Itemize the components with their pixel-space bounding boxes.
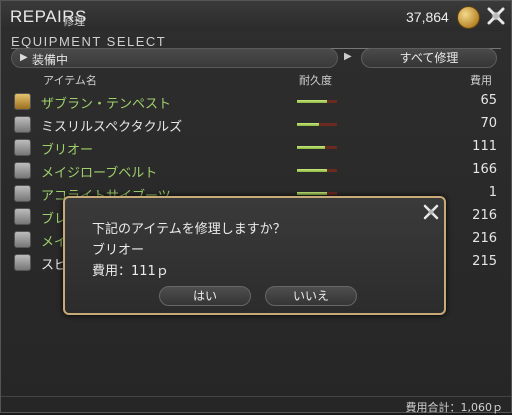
column-header-name: アイテム名 <box>43 74 97 87</box>
durability-bar <box>297 123 337 126</box>
item-cost: 70 <box>480 116 497 131</box>
weapon-icon <box>14 93 31 110</box>
durability-bar <box>297 146 337 149</box>
durability-fill <box>297 146 325 149</box>
table-row[interactable]: ブリオー 111 <box>11 136 501 159</box>
repair-all-button[interactable]: すべて修理 <box>361 48 497 68</box>
equipment-filter-dropdown[interactable]: ▶ 装備中 <box>11 48 338 68</box>
gil-amount: 37,864 <box>406 9 449 25</box>
dialog-close-icon[interactable] <box>423 204 439 220</box>
boots-icon <box>14 185 31 202</box>
dialog-message: 下記のアイテムを修理しますか？ <box>92 222 286 237</box>
durability-bar <box>297 169 337 172</box>
column-header-durability: 耐久度 <box>299 74 332 87</box>
column-header-cost: 費用 <box>470 74 492 87</box>
bracelet-icon <box>14 254 31 271</box>
item-cost: 1 <box>488 185 497 200</box>
dropdown-selected-value: 装備中 <box>32 53 69 67</box>
durability-fill <box>297 169 327 172</box>
gil-coin-icon <box>457 6 480 29</box>
arrow-icon: ▶ <box>344 51 352 62</box>
item-cost: 216 <box>472 231 497 246</box>
repairs-window: REPAIRS 修理 37,864 EQUIPMENT SELECT ▶ 装備中… <box>0 0 512 414</box>
item-cost: 65 <box>480 93 497 108</box>
no-button[interactable]: いいえ <box>265 286 357 306</box>
close-icon[interactable] <box>486 6 506 26</box>
dropdown-arrow-icon: ▶ <box>20 52 28 63</box>
durability-bar <box>297 192 337 195</box>
footer: 費用合計：1,060ｐ <box>1 396 511 414</box>
durability-fill <box>297 100 327 103</box>
table-row[interactable]: メイジローブベルト 166 <box>11 159 501 182</box>
repair-confirm-dialog: 下記のアイテムを修理しますか？ ブリオー 費用：111ｐ はい いいえ <box>63 196 446 315</box>
durability-fill <box>297 123 319 126</box>
item-name: ザブラン・テンペスト <box>41 97 172 112</box>
body-armor-icon <box>14 139 31 156</box>
item-cost: 166 <box>472 162 497 177</box>
glasses-icon <box>14 116 31 133</box>
belt-icon <box>14 162 31 179</box>
table-row[interactable]: ミスリルスペクタクルズ 70 <box>11 113 501 136</box>
window-subtitle: 修理 <box>63 15 85 28</box>
durability-bar <box>297 100 337 103</box>
durability-fill <box>297 192 327 195</box>
yes-button[interactable]: はい <box>159 286 251 306</box>
item-cost: 216 <box>472 208 497 223</box>
item-cost: 111 <box>472 139 497 154</box>
section-heading: EQUIPMENT SELECT <box>11 34 501 49</box>
earring-icon <box>14 208 31 225</box>
table-row[interactable]: ザブラン・テンペスト 65 <box>11 90 501 113</box>
title-bar[interactable]: REPAIRS 修理 37,864 <box>1 1 511 31</box>
dialog-cost: 費用：111ｐ <box>92 264 169 279</box>
dialog-item-name: ブリオー <box>92 243 145 258</box>
item-cost: 215 <box>472 254 497 269</box>
necklace-icon <box>14 231 31 248</box>
item-name: メイジローブベルト <box>41 166 158 181</box>
item-name: ブリオー <box>41 143 94 158</box>
item-name: ミスリルスペクタクルズ <box>41 120 183 135</box>
